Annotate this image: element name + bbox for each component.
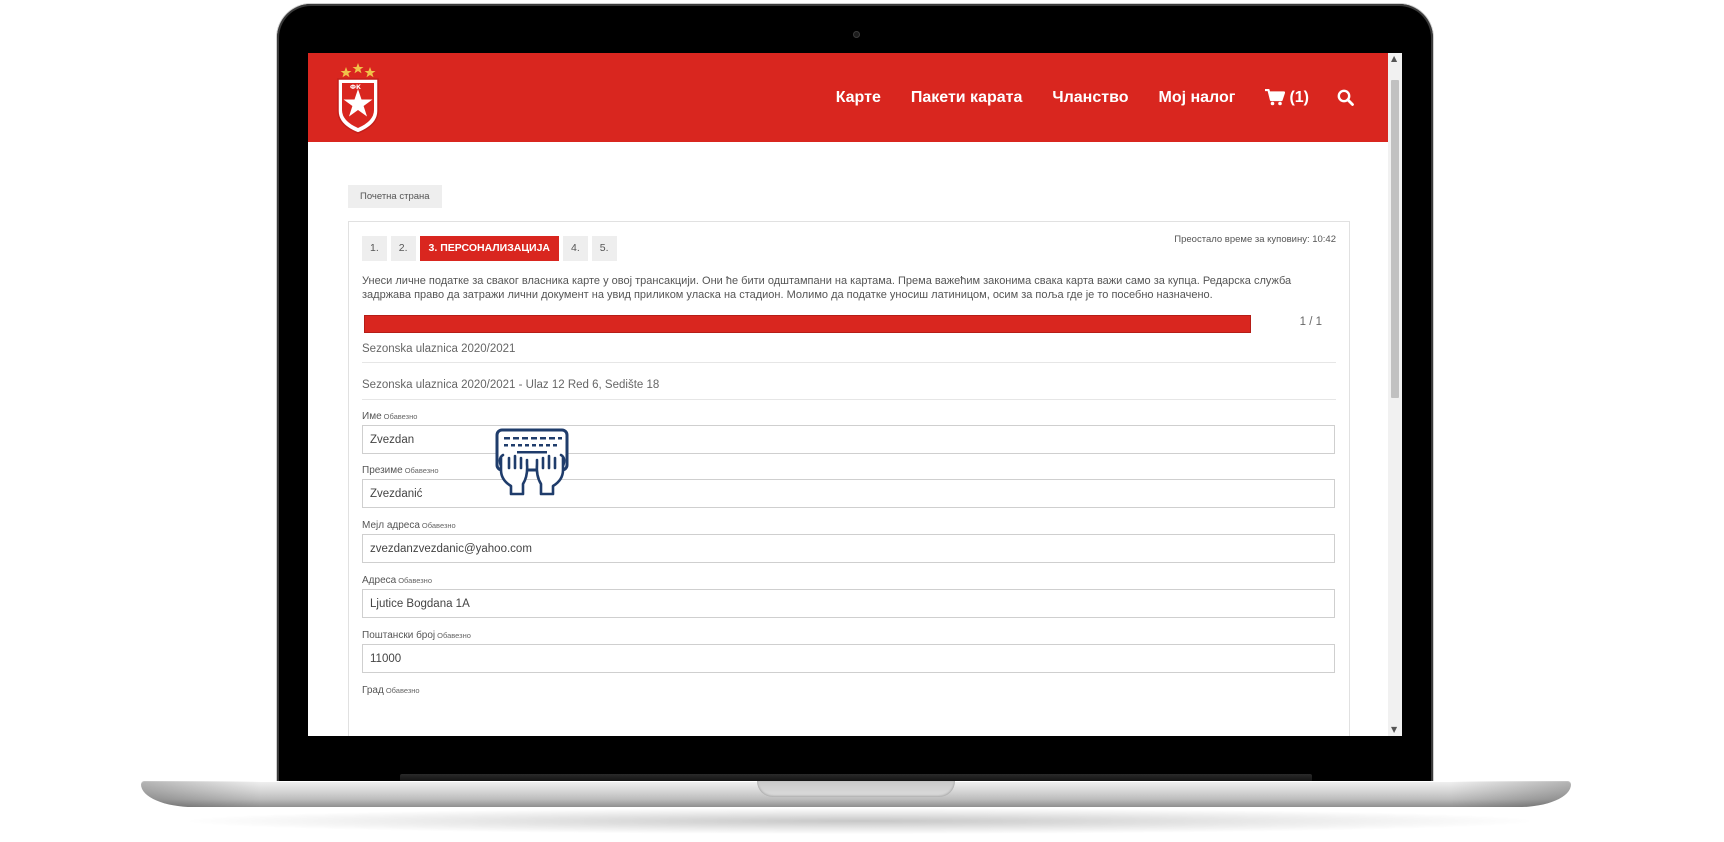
breadcrumb-home[interactable]: Почетна страна <box>348 185 442 208</box>
cart-button[interactable]: (1) <box>1265 89 1309 107</box>
city-label: Град Обавезно <box>362 685 420 696</box>
divider <box>362 362 1336 363</box>
laptop-notch <box>757 781 955 797</box>
step-3-personalization[interactable]: 3. ПЕРСОНАЛИЗАЦИЈА <box>419 236 559 261</box>
progress-bar <box>364 315 1251 333</box>
page-scrollbar[interactable]: ▲ ▼ <box>1388 53 1402 736</box>
email-label-text: Мејл адреса <box>362 520 420 531</box>
search-icon <box>1337 89 1354 106</box>
address-input[interactable] <box>362 589 1335 618</box>
step-5[interactable]: 5. <box>591 236 617 261</box>
main-nav: Карте Пакети карата Чланство Мој налог (… <box>806 53 1388 142</box>
postal-code-input[interactable] <box>362 644 1335 673</box>
step-4[interactable]: 4. <box>563 236 588 261</box>
last-name-label: Презиме Обавезно <box>362 465 439 476</box>
first-name-label: Име Обавезно <box>362 411 417 422</box>
cart-icon <box>1265 89 1286 106</box>
laptop-base-shade-right <box>1451 781 1571 807</box>
ticket-section-title: Sezonska ulaznica 2020/2021 <box>362 343 516 355</box>
email-label: Мејл адреса Обавезно <box>362 520 456 531</box>
laptop-base-shade-left <box>141 781 261 807</box>
required-marker: Обавезно <box>437 631 471 640</box>
scroll-down-arrow-icon[interactable]: ▼ <box>1391 726 1397 734</box>
nav-item-membership[interactable]: Чланство <box>1052 89 1128 107</box>
address-label: Адреса Обавезно <box>362 575 432 586</box>
divider <box>362 399 1336 400</box>
typing-keyboard-icon <box>495 428 569 496</box>
svg-text:ФК: ФК <box>350 84 361 91</box>
required-marker: Обавезно <box>421 521 456 530</box>
purchase-timer: Преостало време за куповину: 10:42 <box>1174 234 1336 245</box>
nav-item-ticket-packages[interactable]: Пакети карата <box>911 89 1023 107</box>
last-name-label-text: Презиме <box>362 465 403 476</box>
ticket-seat-title: Sezonska ulaznica 2020/2021 - Ulaz 12 Re… <box>362 379 660 391</box>
step-2[interactable]: 2. <box>390 236 416 261</box>
progress-count: 1 / 1 <box>1299 316 1322 328</box>
browser-viewport: ФК Карте Пакети карата Чланство Мој нало… <box>308 53 1402 736</box>
laptop-shadow <box>190 808 1530 834</box>
nav-item-my-account[interactable]: Мој налог <box>1158 89 1235 107</box>
checkout-panel: Преостало време за куповину: 10:42 1. 2.… <box>348 221 1350 736</box>
checkout-steps: 1. 2. 3. ПЕРСОНАЛИЗАЦИЈА 4. 5. <box>362 236 621 261</box>
scroll-up-arrow-icon[interactable]: ▲ <box>1391 55 1397 63</box>
cart-count: (1) <box>1289 88 1309 106</box>
site-header: ФК Карте Пакети карата Чланство Мој нало… <box>308 53 1388 142</box>
club-crest-logo[interactable]: ФК <box>335 61 381 135</box>
required-marker: Обавезно <box>398 576 432 585</box>
webcam <box>853 31 860 38</box>
required-marker: Обавезно <box>385 686 420 695</box>
scroll-thumb[interactable] <box>1391 80 1399 398</box>
postal-code-label: Поштански број Обавезно <box>362 630 471 641</box>
laptop-mockup: ФК Карте Пакети карата Чланство Мој нало… <box>0 0 1724 842</box>
required-marker: Обавезно <box>383 412 418 421</box>
search-button[interactable] <box>1337 89 1354 106</box>
city-label-text: Град <box>362 685 384 696</box>
postal-code-label-text: Поштански број <box>362 630 436 641</box>
step-1[interactable]: 1. <box>362 236 387 261</box>
required-marker: Обавезно <box>404 466 439 475</box>
email-input[interactable] <box>362 534 1335 563</box>
address-label-text: Адреса <box>362 575 397 586</box>
first-name-label-text: Име <box>362 411 382 422</box>
nav-item-tickets[interactable]: Карте <box>836 89 881 107</box>
personalization-instructions: Унеси личне податке за сваког власника к… <box>362 275 1292 301</box>
